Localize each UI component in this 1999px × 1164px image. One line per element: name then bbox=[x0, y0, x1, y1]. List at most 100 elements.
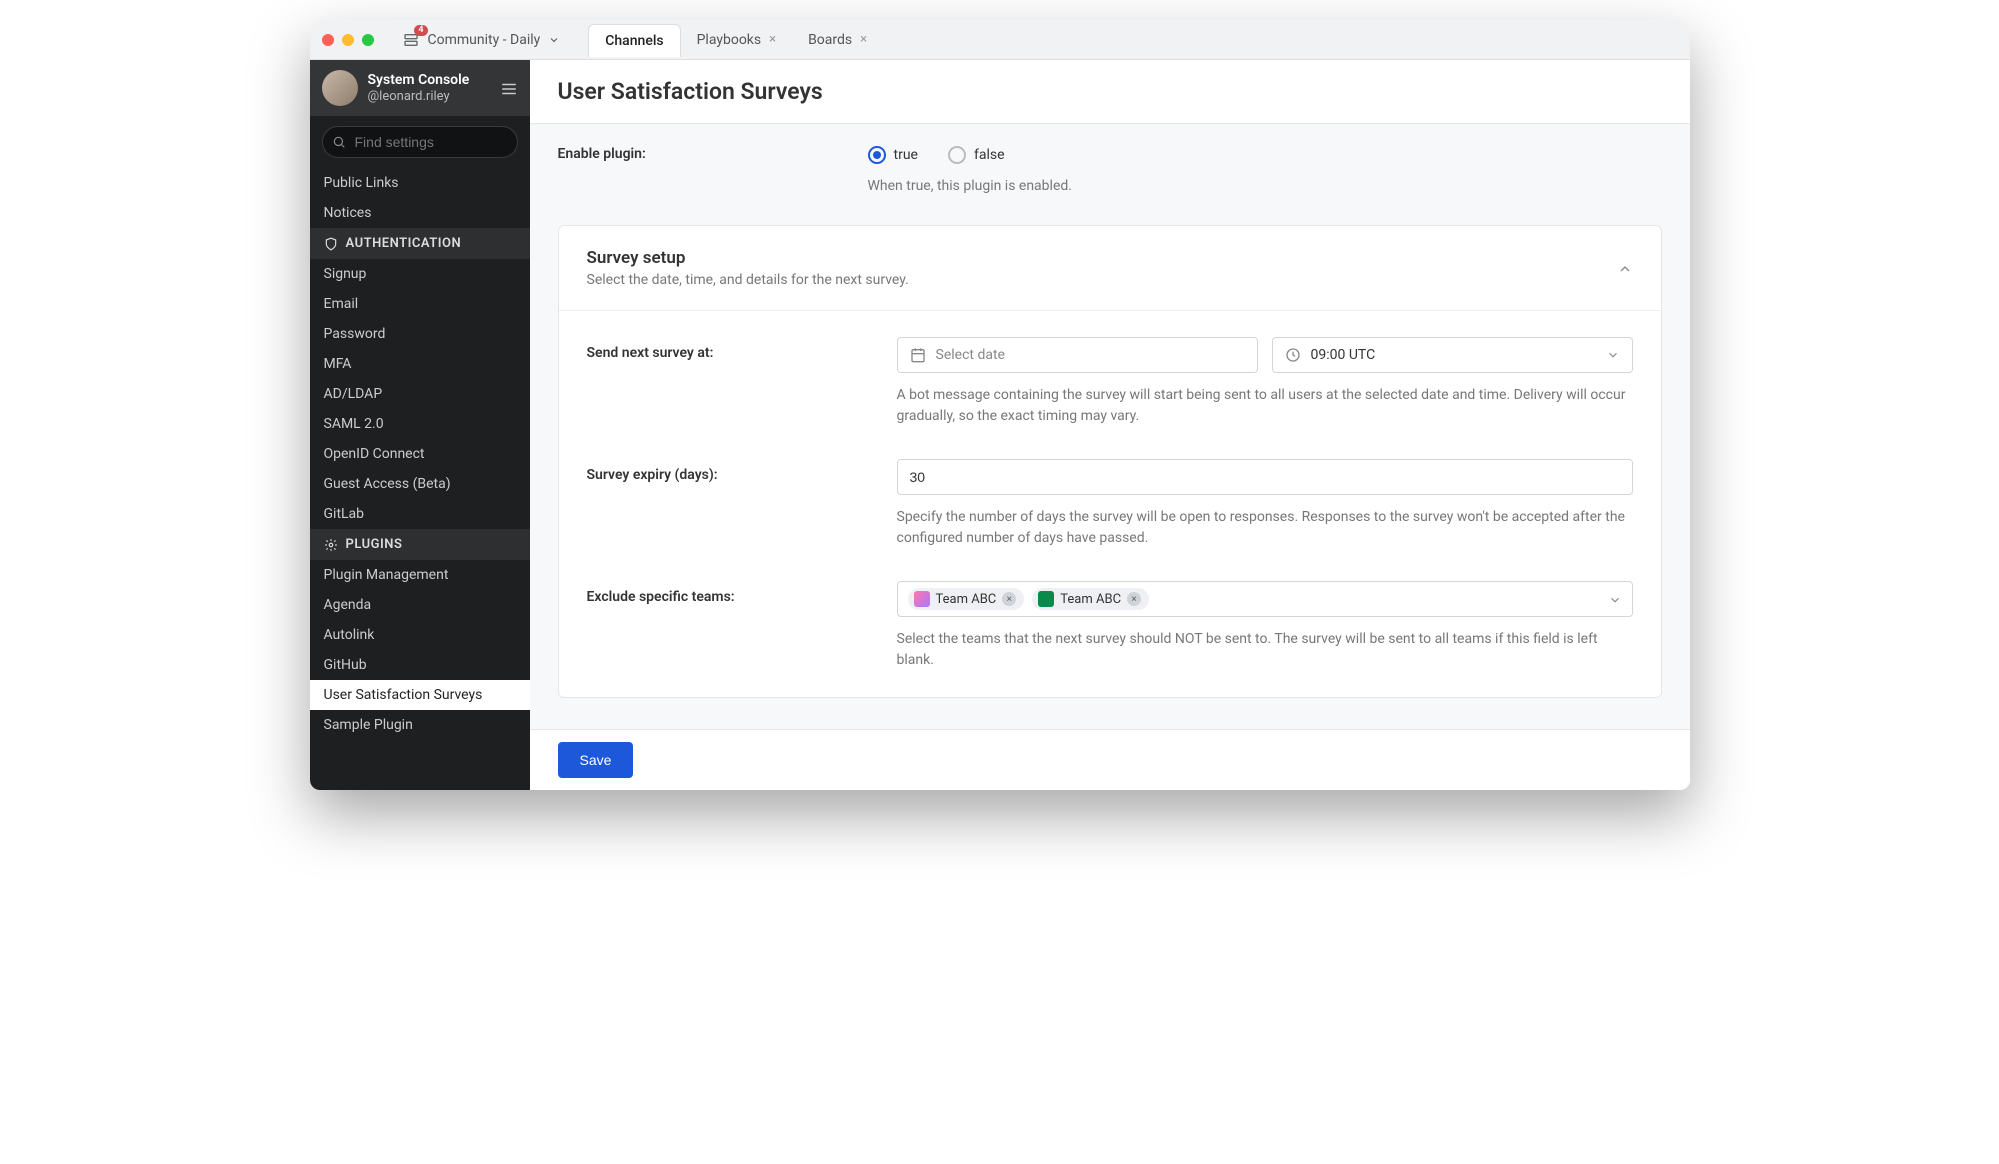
team-icon bbox=[914, 591, 930, 607]
chevron-down-icon bbox=[1606, 347, 1620, 363]
main-content: User Satisfaction Surveys Enable plugin:… bbox=[530, 60, 1690, 790]
close-window-button[interactable] bbox=[322, 34, 334, 46]
maximize-window-button[interactable] bbox=[362, 34, 374, 46]
sidebar-header-text: System Console @leonard.riley bbox=[368, 72, 490, 104]
menu-icon[interactable] bbox=[500, 78, 518, 99]
content-header: User Satisfaction Surveys bbox=[530, 60, 1690, 124]
section-label: PLUGINS bbox=[346, 537, 403, 552]
survey-setup-card: Survey setup Select the date, time, and … bbox=[558, 225, 1662, 698]
plugin-icon bbox=[324, 537, 338, 552]
remove-chip-icon[interactable]: × bbox=[1002, 592, 1016, 606]
enable-plugin-label: Enable plugin: bbox=[558, 146, 828, 162]
chip-label: Team ABC bbox=[936, 592, 997, 607]
card-header[interactable]: Survey setup Select the date, time, and … bbox=[559, 226, 1661, 311]
section-label: AUTHENTICATION bbox=[346, 236, 462, 251]
chip-list: Team ABC × Team ABC × bbox=[908, 588, 1150, 610]
search-container bbox=[310, 116, 530, 168]
sidebar-item-autolink[interactable]: Autolink bbox=[310, 620, 530, 650]
server-name: Community - Daily bbox=[428, 32, 541, 48]
sidebar-item-notices[interactable]: Notices bbox=[310, 198, 530, 228]
sidebar-item-signup[interactable]: Signup bbox=[310, 259, 530, 289]
time-picker[interactable]: 09:00 UTC bbox=[1272, 337, 1633, 373]
expiry-row: Survey expiry (days): Specify the number… bbox=[587, 459, 1633, 549]
sidebar-item-agenda[interactable]: Agenda bbox=[310, 590, 530, 620]
sidebar-item-public-links[interactable]: Public Links bbox=[310, 168, 530, 198]
expiry-input[interactable] bbox=[910, 469, 1620, 485]
expiry-field: Specify the number of days the survey wi… bbox=[897, 459, 1633, 549]
chevron-down-icon bbox=[548, 32, 560, 48]
notification-badge: 4 bbox=[414, 25, 427, 36]
tab-channels[interactable]: Channels bbox=[588, 24, 680, 57]
radio-group: true false bbox=[868, 146, 1662, 164]
sidebar-item-email[interactable]: Email bbox=[310, 289, 530, 319]
radio-icon bbox=[948, 146, 966, 164]
minimize-window-button[interactable] bbox=[342, 34, 354, 46]
exclude-label: Exclude specific teams: bbox=[587, 581, 857, 605]
save-button[interactable]: Save bbox=[558, 742, 634, 778]
avatar[interactable] bbox=[322, 70, 358, 106]
sidebar-item-saml[interactable]: SAML 2.0 bbox=[310, 409, 530, 439]
window-controls bbox=[322, 34, 374, 46]
sidebar-item-github[interactable]: GitHub bbox=[310, 650, 530, 680]
sidebar-item-openid[interactable]: OpenID Connect bbox=[310, 439, 530, 469]
app-window: 4 Community - Daily Channels Playbooks ×… bbox=[310, 20, 1690, 790]
card-subtitle: Select the date, time, and details for t… bbox=[587, 272, 909, 288]
radio-icon bbox=[868, 146, 886, 164]
calendar-icon bbox=[910, 347, 926, 363]
chevron-up-icon[interactable] bbox=[1617, 259, 1633, 278]
sidebar-item-mfa[interactable]: MFA bbox=[310, 349, 530, 379]
sidebar-item-user-surveys[interactable]: User Satisfaction Surveys bbox=[310, 680, 530, 710]
content-footer: Save bbox=[530, 729, 1690, 790]
send-survey-row: Send next survey at: Select date bbox=[587, 337, 1633, 427]
content-body[interactable]: Enable plugin: true false bbox=[530, 124, 1690, 729]
time-value: 09:00 UTC bbox=[1311, 347, 1376, 363]
titlebar: 4 Community - Daily Channels Playbooks ×… bbox=[310, 20, 1690, 60]
server-icon: 4 bbox=[402, 31, 420, 49]
search-input[interactable] bbox=[322, 126, 518, 158]
sidebar: System Console @leonard.riley Public Lin… bbox=[310, 60, 530, 790]
team-icon bbox=[1038, 591, 1054, 607]
enable-help-text: When true, this plugin is enabled. bbox=[868, 176, 1662, 197]
sidebar-item-plugin-mgmt[interactable]: Plugin Management bbox=[310, 560, 530, 590]
sidebar-item-sample-plugin[interactable]: Sample Plugin bbox=[310, 710, 530, 740]
tab-boards[interactable]: Boards × bbox=[792, 23, 883, 56]
close-icon[interactable]: × bbox=[860, 32, 867, 47]
remove-chip-icon[interactable]: × bbox=[1127, 592, 1141, 606]
sidebar-item-password[interactable]: Password bbox=[310, 319, 530, 349]
send-survey-label: Send next survey at: bbox=[587, 337, 857, 361]
card-body: Send next survey at: Select date bbox=[559, 311, 1661, 697]
sidebar-item-gitlab[interactable]: GitLab bbox=[310, 499, 530, 529]
exclude-row: Exclude specific teams: Team ABC × bbox=[587, 581, 1633, 671]
radio-label: true bbox=[894, 147, 918, 163]
search-icon bbox=[332, 134, 346, 150]
tab-label: Boards bbox=[808, 32, 852, 48]
sidebar-section-authentication: AUTHENTICATION bbox=[310, 228, 530, 259]
page-title: User Satisfaction Surveys bbox=[558, 78, 1662, 105]
radio-true[interactable]: true bbox=[868, 146, 918, 164]
sidebar-item-guest-access[interactable]: Guest Access (Beta) bbox=[310, 469, 530, 499]
tab-label: Playbooks bbox=[697, 32, 762, 48]
sidebar-section-plugins: PLUGINS bbox=[310, 529, 530, 560]
sidebar-item-ad-ldap[interactable]: AD/LDAP bbox=[310, 379, 530, 409]
date-placeholder: Select date bbox=[936, 347, 1005, 363]
exclude-help-text: Select the teams that the next survey sh… bbox=[897, 629, 1633, 671]
enable-plugin-row: Enable plugin: true false bbox=[558, 146, 1662, 197]
top-tabs: Channels Playbooks × Boards × bbox=[588, 23, 883, 56]
enable-plugin-controls: true false When true, this plugin is ena… bbox=[868, 146, 1662, 197]
server-dropdown[interactable]: 4 Community - Daily bbox=[392, 27, 571, 53]
clock-icon bbox=[1285, 347, 1301, 363]
date-picker[interactable]: Select date bbox=[897, 337, 1258, 373]
close-icon[interactable]: × bbox=[769, 32, 776, 47]
console-title: System Console bbox=[368, 72, 490, 89]
radio-false[interactable]: false bbox=[948, 146, 1005, 164]
sidebar-nav[interactable]: Public Links Notices AUTHENTICATION Sign… bbox=[310, 168, 530, 790]
tab-label: Channels bbox=[605, 33, 663, 49]
app-body: System Console @leonard.riley Public Lin… bbox=[310, 60, 1690, 790]
exclude-teams-select[interactable]: Team ABC × Team ABC × bbox=[897, 581, 1633, 617]
username: @leonard.riley bbox=[368, 89, 490, 105]
shield-icon bbox=[324, 236, 338, 251]
chip-label: Team ABC bbox=[1060, 592, 1121, 607]
expiry-input-wrap bbox=[897, 459, 1633, 495]
tab-playbooks[interactable]: Playbooks × bbox=[681, 23, 792, 56]
chevron-down-icon bbox=[1608, 591, 1622, 607]
